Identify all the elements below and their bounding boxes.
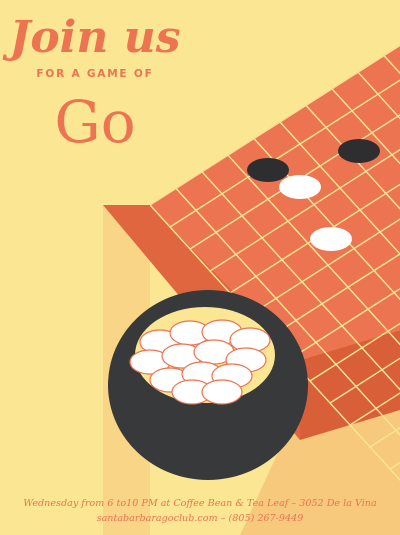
contact-info: santabarbaragoclub.com – (805) 267-9449 [96,513,304,524]
game-title: Go [54,88,136,156]
white-stone-icon [201,379,243,405]
white-stone-icon [310,227,352,251]
black-stone-icon [247,158,289,182]
tagline: FOR A GAME OF [36,68,154,80]
event-poster: Join us FOR A GAME OF Go Wednesday from … [0,0,400,535]
white-stone-icon [279,175,321,199]
black-stone-icon [338,139,380,163]
event-details: Wednesday from 6 to10 PM at Coffee Bean … [23,498,377,509]
stone-bowl-icon [108,290,308,480]
headline: Join us [9,12,181,63]
